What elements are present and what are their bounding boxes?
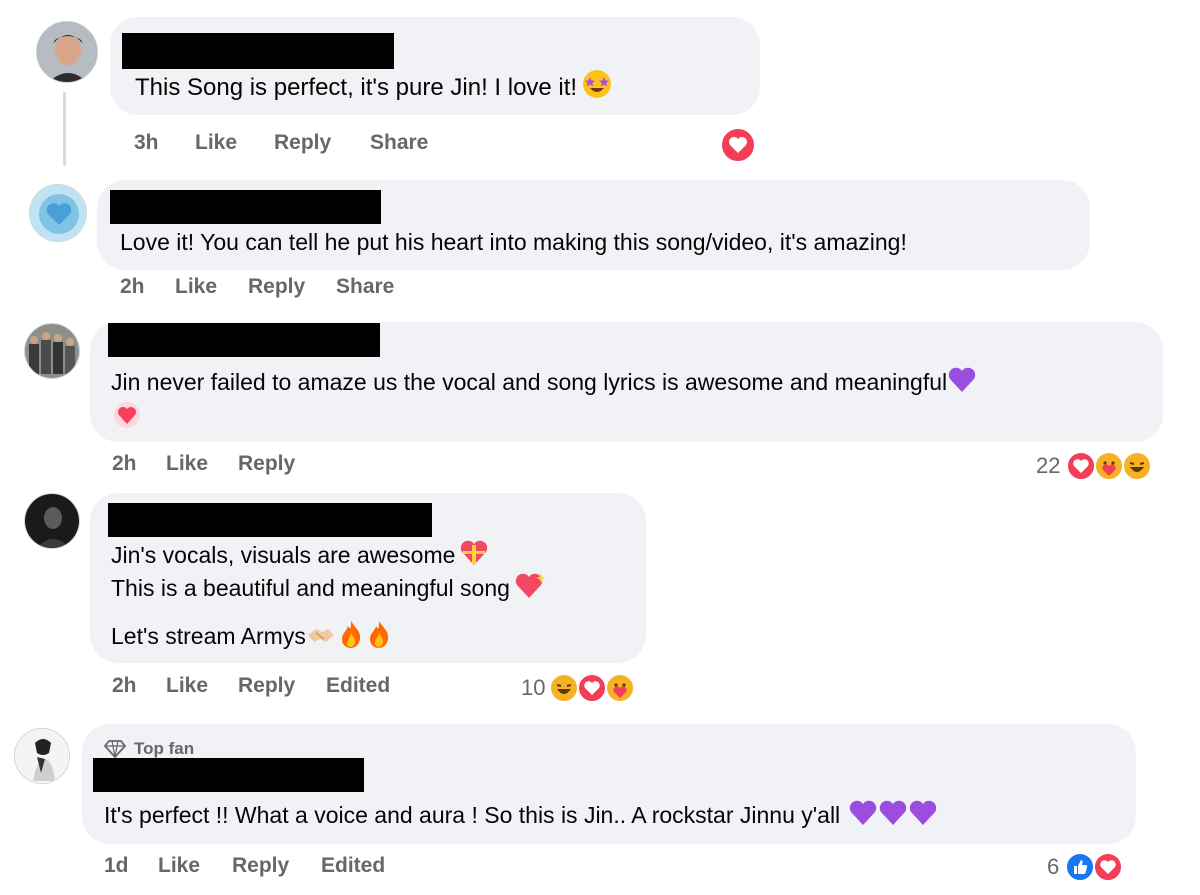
avatar-photo <box>25 494 79 548</box>
avatar-photo <box>25 324 79 378</box>
reply-button[interactable]: Reply <box>238 452 295 476</box>
redacted-author-name <box>122 33 394 69</box>
like-reaction-icon <box>1065 852 1095 882</box>
care-reaction-icon <box>1094 451 1124 481</box>
purple-heart-emoji <box>947 365 977 403</box>
like-button[interactable]: Like <box>195 131 237 155</box>
comment-actions: 2h Like Reply Share <box>120 275 520 305</box>
love-reaction-icon <box>1066 451 1096 481</box>
handshake-emoji <box>306 621 336 655</box>
timestamp: 2h <box>112 452 137 475</box>
edited-label: Edited <box>326 674 391 697</box>
comment-actions: 2h Like Reply <box>112 452 412 482</box>
redacted-author-name <box>110 190 381 224</box>
reactions-summary[interactable]: 22 <box>1036 449 1161 485</box>
reaction-count: 22 <box>1036 453 1061 478</box>
timestamp: 3h <box>134 131 159 154</box>
haha-reaction-icon <box>549 673 579 703</box>
purple-heart-emoji <box>878 798 908 836</box>
haha-reaction-icon <box>1122 451 1152 481</box>
like-button[interactable]: Like <box>166 452 208 476</box>
avatar-photo <box>15 729 69 783</box>
timestamp: 2h <box>112 674 137 697</box>
diamond-icon <box>104 740 126 759</box>
avatar-photo <box>30 185 86 241</box>
share-button[interactable]: Share <box>336 275 394 299</box>
reaction-count: 10 <box>521 675 546 700</box>
avatar[interactable] <box>14 728 70 784</box>
love-reaction-icon[interactable] <box>720 127 756 163</box>
avatar[interactable] <box>36 21 98 83</box>
care-reaction-icon <box>605 673 635 703</box>
redacted-author-name <box>93 758 364 792</box>
love-reaction-icon <box>577 673 607 703</box>
reply-button[interactable]: Reply <box>274 131 331 155</box>
comment-text: This Song is perfect, it's pure Jin! I l… <box>135 68 613 109</box>
edited-label: Edited <box>321 854 386 877</box>
top-fan-label: Top fan <box>134 739 195 758</box>
purple-heart-emoji <box>848 798 878 836</box>
comment-actions: 1d Like Reply Edited <box>104 854 424 884</box>
purple-heart-emoji <box>908 798 938 836</box>
like-button[interactable]: Like <box>158 854 200 878</box>
like-button[interactable]: Like <box>175 275 217 299</box>
redacted-author-name <box>108 503 432 537</box>
sparkling-heart-emoji <box>514 571 546 609</box>
reply-button[interactable]: Reply <box>238 674 295 698</box>
thread-line <box>63 92 66 166</box>
reactions-summary[interactable]: 6 <box>1047 850 1137 886</box>
share-button[interactable]: Share <box>370 131 428 155</box>
comment-actions: 3h Like Reply Share <box>134 131 534 161</box>
reaction-count: 6 <box>1047 854 1060 879</box>
avatar[interactable] <box>24 323 80 379</box>
comment-text: Jin never failed to amaze us the vocal a… <box>111 365 977 403</box>
love-reaction-icon <box>1093 852 1123 882</box>
avatar[interactable] <box>24 493 80 549</box>
redacted-author-name <box>108 323 380 357</box>
avatar-photo <box>37 22 97 82</box>
timestamp: 1d <box>104 854 129 877</box>
avatar[interactable] <box>29 184 87 242</box>
comment-text: It's perfect !! What a voice and aura ! … <box>104 798 938 836</box>
reply-button[interactable]: Reply <box>248 275 305 299</box>
timestamp: 2h <box>120 275 145 298</box>
heart-emoji <box>112 400 142 435</box>
like-button[interactable]: Like <box>166 674 208 698</box>
star-struck-emoji <box>581 68 613 109</box>
reply-button[interactable]: Reply <box>232 854 289 878</box>
fire-emoji <box>366 619 392 657</box>
comment-text-line: Let's stream Armys <box>111 619 392 657</box>
comment-text-line: This is a beautiful and meaningful song <box>111 571 546 609</box>
comment-actions: 2h Like Reply Edited <box>112 674 432 704</box>
fire-emoji <box>338 619 364 657</box>
reactions-summary[interactable]: 10 <box>521 671 646 707</box>
comment-text: Love it! You can tell he put his heart i… <box>120 229 907 255</box>
